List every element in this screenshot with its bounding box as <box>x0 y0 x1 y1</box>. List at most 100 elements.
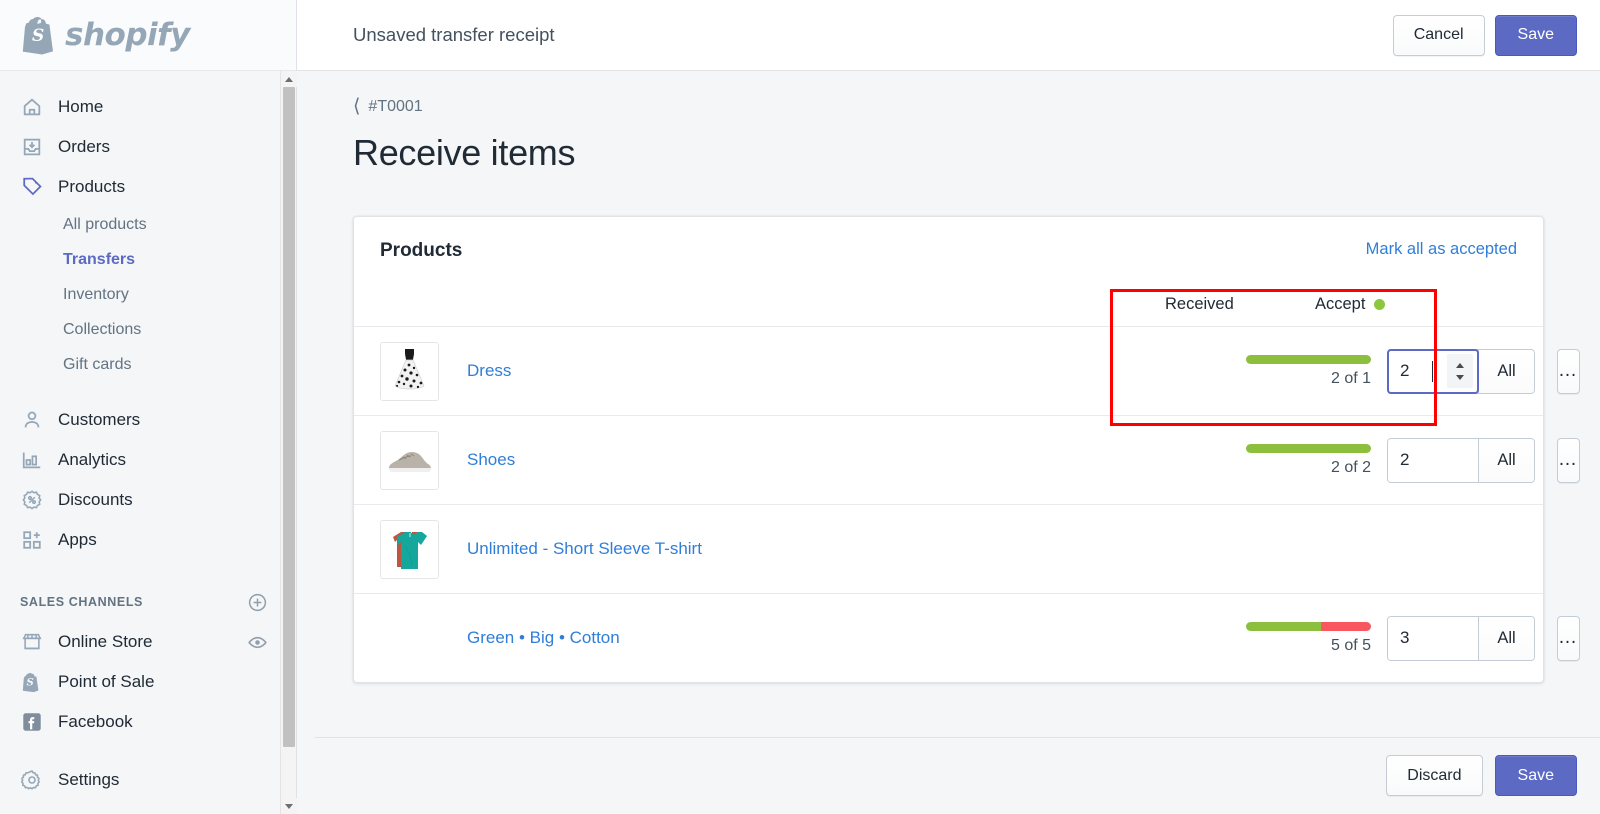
analytics-bars-icon <box>20 448 44 472</box>
variant-link[interactable]: Green • Big • Cotton <box>467 628 620 648</box>
accept-quantity-input[interactable]: 3 <box>1388 628 1436 648</box>
received-cell: 5 of 5 <box>1221 621 1371 655</box>
shopify-bag-icon: S <box>20 15 56 55</box>
product-link[interactable]: Shoes <box>467 450 515 470</box>
sidebar-item-transfers[interactable]: Transfers <box>0 242 296 277</box>
sidebar-item-gift-cards[interactable]: Gift cards <box>0 347 296 382</box>
tshirt-thumbnail <box>380 519 439 579</box>
row-product: Green • Big • Cotton <box>380 609 1221 668</box>
products-card: Products Mark all as accepted Received A… <box>353 216 1580 683</box>
facebook-icon <box>20 710 44 734</box>
quantity-input-wrapper[interactable]: 2 <box>1388 438 1478 482</box>
column-headers: Received Accept <box>354 282 1543 326</box>
sidebar-subitem-label: Inventory <box>63 285 129 303</box>
sidebar-item-settings[interactable]: Settings <box>0 760 296 800</box>
save-button[interactable]: Save <box>1494 14 1577 56</box>
table-row: Shoes 2 of 2 2 All … <box>354 415 1580 504</box>
card-header: Products Mark all as accepted <box>354 217 1543 262</box>
sidebar-scrollbar[interactable] <box>280 71 297 814</box>
received-count: 5 of 5 <box>1330 636 1371 654</box>
accept-all-button[interactable]: All <box>1478 616 1534 660</box>
sidebar-item-label: Settings <box>58 770 120 789</box>
home-icon <box>20 95 44 119</box>
accept-cell: 3 All … <box>1387 615 1580 661</box>
brand-name: shopify <box>65 17 190 53</box>
sidebar-item-all-products[interactable]: All products <box>0 207 296 242</box>
green-status-dot <box>1374 298 1386 310</box>
accept-quantity-input[interactable]: 2 <box>1388 450 1436 470</box>
sidebar-item-analytics[interactable]: Analytics <box>0 440 296 480</box>
row-more-actions-button[interactable]: … <box>1557 615 1580 661</box>
sidebar-item-label: Products <box>58 177 126 196</box>
products-tag-icon <box>20 175 44 199</box>
scroll-down-arrow[interactable] <box>281 798 297 814</box>
sidebar-item-orders[interactable]: Orders <box>0 127 296 167</box>
scrollbar-thumb[interactable] <box>283 87 295 747</box>
dress-thumbnail <box>380 341 439 401</box>
svg-text:S: S <box>27 678 34 689</box>
eye-icon[interactable] <box>247 632 268 653</box>
customer-person-icon <box>20 408 44 432</box>
row-more-actions-button[interactable]: … <box>1557 348 1580 394</box>
sidebar-item-products[interactable]: Products <box>0 167 296 207</box>
sidebar-subitem-label: Transfers <box>63 250 136 268</box>
shopify-logo[interactable]: S shopify <box>20 15 190 55</box>
column-header-accept: Accept <box>1315 295 1445 314</box>
product-link[interactable]: Unlimited - Short Sleeve T-shirt <box>467 539 702 559</box>
shoe-thumbnail <box>380 430 439 490</box>
stepper-up-icon[interactable] <box>1456 362 1464 368</box>
quantity-input-wrapper[interactable]: 3 <box>1388 616 1478 660</box>
sidebar-item-label: Point of Sale <box>58 672 155 691</box>
received-cell: 2 of 1 <box>1221 354 1371 388</box>
accept-all-button[interactable]: All <box>1478 349 1534 393</box>
received-progress-bar <box>1246 621 1371 631</box>
discard-button[interactable]: Discard <box>1386 755 1483 796</box>
sidebar-item-home[interactable]: Home <box>0 87 296 127</box>
sidebar-item-inventory[interactable]: Inventory <box>0 277 296 312</box>
sidebar-item-point-of-sale[interactable]: S Point of Sale <box>0 662 296 702</box>
received-progress-bar <box>1246 443 1371 453</box>
discount-percent-icon <box>20 488 44 512</box>
sidebar-item-label: Customers <box>58 410 141 429</box>
accept-stepper: 3 All <box>1387 615 1535 661</box>
ellipsis-icon: … <box>1558 360 1579 382</box>
accept-all-button[interactable]: All <box>1478 438 1534 482</box>
sidebar-item-online-store[interactable]: Online Store <box>0 622 296 662</box>
mark-all-as-accepted-link[interactable]: Mark all as accepted <box>1366 240 1517 259</box>
row-more-actions-button[interactable]: … <box>1557 437 1580 483</box>
card-title: Products <box>380 240 463 261</box>
sales-channels-section: SALES CHANNELS <box>0 582 296 622</box>
quantity-input-wrapper[interactable]: 2 <box>1387 348 1479 394</box>
row-product: Dress <box>380 341 1221 401</box>
sidebar-item-collections[interactable]: Collections <box>0 312 296 347</box>
sidebar-item-label: Discounts <box>58 490 133 509</box>
sidebar-item-facebook[interactable]: Facebook <box>0 702 296 742</box>
brand-header: S shopify <box>0 0 296 71</box>
received-progress-bar <box>1246 354 1371 364</box>
scroll-up-arrow[interactable] <box>281 71 297 87</box>
ellipsis-icon: … <box>1558 449 1579 471</box>
breadcrumb-label: #T0001 <box>368 97 423 115</box>
sidebar-item-apps[interactable]: Apps <box>0 520 296 560</box>
sidebar-item-customers[interactable]: Customers <box>0 400 296 440</box>
accept-quantity-input[interactable]: 2 <box>1388 361 1436 381</box>
footer-actions: Discard Save <box>1386 755 1577 796</box>
row-product: Shoes <box>380 430 1221 490</box>
footer-save-button[interactable]: Save <box>1494 755 1577 796</box>
received-count: 2 of 1 <box>1330 369 1371 387</box>
footer-divider <box>315 737 1600 738</box>
breadcrumb[interactable]: ⟨ #T0001 <box>353 97 1544 116</box>
sidebar-item-discounts[interactable]: Discounts <box>0 480 296 520</box>
apps-grid-plus-icon <box>20 528 44 552</box>
page-content: ⟨ #T0001 Receive items Products Mark all… <box>297 71 1600 738</box>
sales-channels-title: SALES CHANNELS <box>20 595 143 609</box>
quantity-stepper[interactable] <box>1447 354 1473 388</box>
cancel-button[interactable]: Cancel <box>1392 14 1485 56</box>
app-root: S shopify Home Orders Products All produ… <box>0 0 1600 814</box>
plus-circle-icon[interactable] <box>247 592 268 613</box>
product-link[interactable]: Dress <box>467 361 511 381</box>
progress-green-segment <box>1246 354 1371 364</box>
stepper-down-icon[interactable] <box>1456 374 1464 380</box>
accept-stepper: 2 All <box>1387 348 1535 394</box>
table-row: Green • Big • Cotton 5 of 5 3 All … <box>354 593 1580 682</box>
